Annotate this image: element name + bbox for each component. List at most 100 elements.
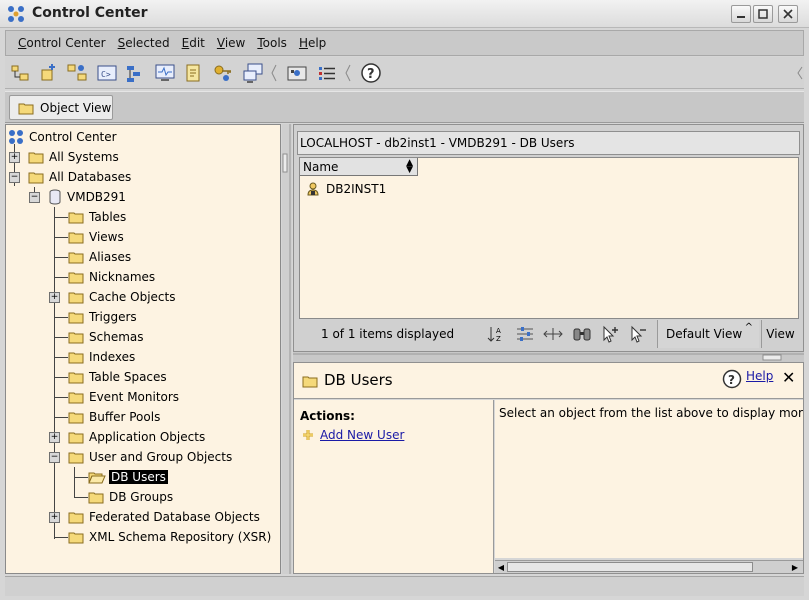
user-icon <box>307 182 319 196</box>
license-icon <box>214 65 231 81</box>
cursor-plus-icon <box>603 325 618 343</box>
tree-item-triggers[interactable]: Triggers <box>68 307 137 327</box>
collapse-toggle[interactable]: − <box>9 172 20 183</box>
deselect-all-button[interactable] <box>625 323 651 345</box>
tree-connector <box>54 237 68 238</box>
tree-item-application-objects[interactable]: Application Objects <box>68 427 205 447</box>
tree-item-views[interactable]: Views <box>68 227 124 247</box>
vertical-splitter[interactable] <box>282 124 292 574</box>
tree-item-db-groups[interactable]: DB Groups <box>88 487 173 507</box>
help-tool-button[interactable]: ? <box>359 61 383 85</box>
column-header-name[interactable]: Name ▲ ▼ <box>300 158 418 176</box>
scroll-right-icon[interactable]: ▶ <box>789 561 801 573</box>
tree-item-federated-database-objects[interactable]: Federated Database Objects <box>68 507 260 527</box>
close-button[interactable] <box>778 5 798 23</box>
details-pane: DB Users ? Help ✕ Actions: Add New User … <box>293 362 804 574</box>
contents-list: Name ▲ ▼ DB2INST1 <box>299 157 799 319</box>
replication-tool-button[interactable] <box>65 61 89 85</box>
monitor-icon <box>287 66 307 81</box>
tree-connector <box>54 337 68 338</box>
minimize-button[interactable] <box>731 5 751 23</box>
table-row[interactable]: DB2INST1 <box>306 180 386 198</box>
columns-icon <box>543 328 563 340</box>
find-button[interactable] <box>569 323 595 345</box>
add-new-user-link[interactable]: Add New User <box>302 428 404 442</box>
object-view-button[interactable]: Object View <box>9 95 113 120</box>
plus-icon <box>303 430 313 440</box>
default-view-select[interactable]: Default View ^ <box>657 320 759 348</box>
command-editor-tool-button[interactable]: C> <box>95 61 119 85</box>
tree-item-nicknames[interactable]: Nicknames <box>68 267 155 287</box>
tree-item-event-monitors[interactable]: Event Monitors <box>68 387 179 407</box>
description-text: Select an object from the list above to … <box>499 406 803 420</box>
sort-button[interactable]: AZ <box>484 323 510 345</box>
task-center-tool-button[interactable] <box>123 61 147 85</box>
tree-item-database[interactable]: VMDB291 <box>48 187 126 207</box>
tree-item-tables[interactable]: Tables <box>68 207 126 227</box>
collapse-toggle[interactable]: − <box>29 192 40 203</box>
view-button[interactable]: View <box>761 320 799 348</box>
configuration-assistant-tool-button[interactable] <box>241 61 265 85</box>
tree-item-schemas[interactable]: Schemas <box>68 327 144 347</box>
tree-item-aliases[interactable]: Aliases <box>68 247 131 267</box>
license-tool-button[interactable] <box>211 61 235 85</box>
tree-item-indexes[interactable]: Indexes <box>68 347 135 367</box>
tree-item-buffer-pools[interactable]: Buffer Pools <box>68 407 160 427</box>
tree-item-control-center[interactable]: Control Center <box>8 127 117 147</box>
menu-selected[interactable]: Selected <box>118 36 170 50</box>
toolbar-overflow <box>797 63 803 83</box>
horizontal-splitter[interactable] <box>293 352 804 362</box>
menu-control-center[interactable]: Control Center <box>18 36 106 50</box>
expand-toggle[interactable]: + <box>49 512 60 523</box>
folder-icon <box>88 492 104 504</box>
expand-toggle[interactable]: + <box>9 152 20 163</box>
customize-columns-button[interactable] <box>540 323 566 345</box>
svg-text:C>: C> <box>101 70 111 79</box>
tree-item-xml-schema-repository[interactable]: XML Schema Repository (XSR) <box>68 527 271 547</box>
tree-item-table-spaces[interactable]: Table Spaces <box>68 367 167 387</box>
select-all-button[interactable] <box>597 323 623 345</box>
expand-toggle[interactable]: + <box>49 432 60 443</box>
health-center-tool-button[interactable] <box>153 61 177 85</box>
folder-icon <box>18 103 34 114</box>
menu-bar: Control Center Selected Edit View Tools … <box>5 30 804 56</box>
filter-button[interactable] <box>512 323 538 345</box>
maximize-button[interactable] <box>753 5 773 23</box>
tree-item-all-databases[interactable]: All Databases <box>28 167 131 187</box>
folder-icon <box>68 392 84 404</box>
help-link[interactable]: Help <box>746 369 773 383</box>
menu-view[interactable]: View <box>217 36 245 50</box>
menu-tools[interactable]: Tools <box>257 36 287 50</box>
monitor-tool-button[interactable] <box>285 61 309 85</box>
minimize-icon <box>737 16 745 18</box>
journal-tool-button[interactable] <box>181 61 205 85</box>
folder-icon <box>68 292 84 304</box>
scroll-left-icon[interactable]: ◀ <box>495 561 507 573</box>
commands-tool-button[interactable] <box>37 61 61 85</box>
contents-pane: LOCALHOST - db2inst1 - VMDB291 - DB User… <box>293 124 804 352</box>
scrollbar-thumb[interactable] <box>507 562 753 572</box>
task-center-icon <box>127 66 140 82</box>
tree-connector <box>54 397 68 398</box>
tree-connector <box>74 477 88 478</box>
replication-icon <box>67 64 87 81</box>
object-view-icon <box>11 65 29 81</box>
close-details-button[interactable]: ✕ <box>782 368 795 387</box>
collapse-toggle[interactable]: − <box>49 452 60 463</box>
show-list-tool-button[interactable] <box>315 61 339 85</box>
horizontal-scrollbar[interactable]: ◀ ▶ <box>495 560 803 573</box>
details-header: DB Users ? Help ✕ <box>294 363 803 399</box>
commands-icon <box>41 64 55 81</box>
tree-connector <box>74 467 75 497</box>
tree-item-db-users[interactable]: DB Users <box>88 467 168 487</box>
tree-item-cache-objects[interactable]: Cache Objects <box>68 287 175 307</box>
health-center-icon <box>155 64 175 81</box>
menu-help[interactable]: Help <box>299 36 326 50</box>
tree-item-user-and-group-objects[interactable]: User and Group Objects <box>68 447 232 467</box>
expand-toggle[interactable]: + <box>49 292 60 303</box>
tree-connector <box>74 497 88 498</box>
tree-connector <box>54 417 68 418</box>
menu-edit[interactable]: Edit <box>182 36 205 50</box>
object-view-tool-button[interactable] <box>9 61 33 85</box>
tree-item-all-systems[interactable]: All Systems <box>28 147 119 167</box>
